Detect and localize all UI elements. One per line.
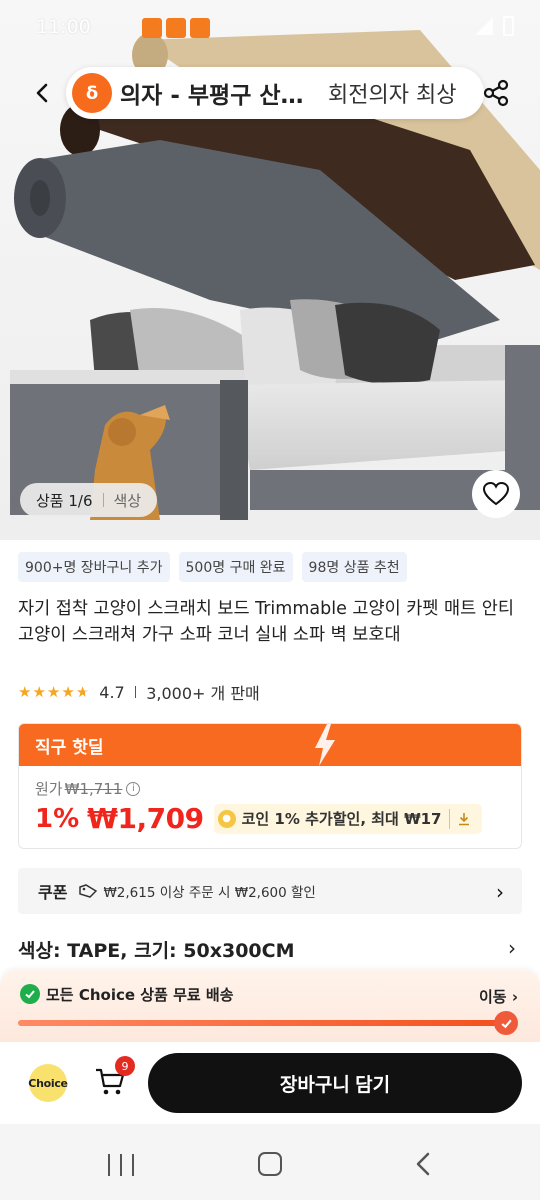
free-shipping-text: 모든 Choice 상품 무료 배송 bbox=[46, 986, 234, 1004]
system-nav-bar bbox=[0, 1124, 540, 1200]
star-icon: ★ bbox=[18, 682, 32, 701]
chevron-right-icon: › bbox=[496, 880, 504, 904]
original-price-label: 원가 bbox=[35, 780, 63, 798]
deal-card: 직구 핫딜 원가 ₩1,711 i 1% ₩1,709 ● 코인 1% 추가할인… bbox=[18, 723, 522, 849]
cart-count-badge: 9 bbox=[115, 1056, 135, 1076]
shipping-progress-bar bbox=[18, 1020, 502, 1026]
coin-discount-pill[interactable]: ● 코인 1% 추가할인, 최대 ₩17 bbox=[213, 803, 483, 834]
search-bar[interactable]: δ 의자 - 부평구 산곡동 회전의자 최상 bbox=[66, 67, 484, 119]
social-proof-tags: 900+명 장바구니 추가 500명 구매 완료 98명 상품 추천 bbox=[18, 552, 407, 582]
top-bar: δ 의자 - 부평구 산곡동 회전의자 최상 bbox=[18, 65, 522, 121]
search-suggestion[interactable]: 회전의자 최상 bbox=[328, 77, 456, 109]
star-rating: ★ ★ ★ ★ ★ bbox=[18, 682, 90, 701]
variant-selector[interactable]: 색상: TAPE, 크기: 50x300CM › bbox=[18, 934, 522, 964]
choice-logo[interactable]: Choice bbox=[28, 1064, 68, 1102]
price-row: 1% ₩1,709 ● 코인 1% 추가할인, 최대 ₩17 bbox=[35, 802, 483, 835]
app-notification-icon bbox=[166, 18, 186, 38]
status-time: 11:00 bbox=[36, 16, 91, 38]
star-half-icon: ★ bbox=[75, 682, 90, 701]
divider bbox=[102, 493, 104, 507]
image-counter-label: 상품 1/6 bbox=[36, 491, 93, 510]
star-icon: ★ bbox=[32, 682, 46, 701]
chevron-right-icon: › bbox=[508, 936, 516, 960]
chevron-left-icon bbox=[36, 83, 48, 103]
sold-count: 3,000+ 개 판매 bbox=[146, 684, 260, 703]
home-button[interactable] bbox=[258, 1152, 282, 1176]
rating-value: 4.7 bbox=[99, 682, 125, 702]
tag-cart-adds: 900+명 장바구니 추가 bbox=[18, 552, 170, 582]
status-notification-icons bbox=[142, 18, 210, 38]
status-bar: 11:00 bbox=[0, 0, 540, 56]
progress-check-icon bbox=[494, 1011, 518, 1035]
share-icon bbox=[483, 79, 509, 107]
check-circle-icon bbox=[20, 984, 40, 1004]
tag-recommendations: 98명 상품 추천 bbox=[301, 552, 407, 582]
wishlist-button[interactable] bbox=[472, 470, 520, 518]
heart-icon bbox=[482, 481, 510, 506]
lightning-icon bbox=[315, 724, 335, 766]
original-price-row: 원가 ₩1,711 i bbox=[35, 778, 141, 799]
search-query: 의자 - 부평구 산곡동 bbox=[120, 83, 310, 109]
tag-purchases: 500명 구매 완료 bbox=[178, 552, 293, 582]
battery-icon bbox=[503, 16, 514, 36]
info-icon[interactable]: i bbox=[126, 781, 141, 796]
shipping-link[interactable]: 이동 › bbox=[479, 986, 518, 1007]
original-price: ₩1,711 bbox=[64, 779, 123, 798]
add-to-cart-button[interactable]: 장바구니 담기 bbox=[148, 1053, 522, 1113]
coupon-row[interactable]: 쿠폰 ₩2,615 이상 주문 시 ₩2,600 할인 › bbox=[18, 868, 522, 914]
deal-banner: 직구 핫딜 bbox=[19, 724, 521, 766]
color-tab[interactable]: 색상 bbox=[114, 490, 142, 511]
image-counter: 상품 1/6 색상 bbox=[20, 483, 158, 517]
coin-discount-text: 코인 1% 추가할인, 최대 ₩17 bbox=[241, 810, 442, 828]
back-button[interactable] bbox=[18, 65, 66, 121]
divider bbox=[134, 686, 137, 698]
discount-percent: 1% bbox=[35, 803, 80, 834]
share-button[interactable] bbox=[470, 65, 522, 121]
app-logo-icon: δ bbox=[72, 73, 112, 113]
download-icon bbox=[450, 812, 478, 826]
bottom-action-bar: Choice 9 장바구니 담기 bbox=[0, 1042, 540, 1124]
star-icon: ★ bbox=[46, 682, 61, 701]
variant-text: 색상: TAPE, 크기: 50x300CM bbox=[18, 939, 295, 962]
coupon-label: 쿠폰 bbox=[38, 883, 68, 902]
shipping-progress-fill bbox=[18, 1020, 502, 1026]
app-notification-icon bbox=[142, 18, 162, 38]
deal-banner-label: 직구 핫딜 bbox=[35, 737, 104, 758]
coupon-text: ₩2,615 이상 주문 시 ₩2,600 할인 bbox=[103, 885, 316, 901]
tag-icon bbox=[79, 884, 98, 898]
shipping-link-label: 이동 bbox=[478, 988, 507, 1006]
free-shipping-banner[interactable]: 모든 Choice 상품 무료 배송 이동 › bbox=[0, 970, 540, 1042]
rating-row[interactable]: ★ ★ ★ ★ ★ 4.7 3,000+ 개 판매 bbox=[18, 681, 260, 704]
product-title: 자기 접착 고양이 스크래치 보드 Trimmable 고양이 카펫 매트 안티… bbox=[18, 599, 514, 645]
sale-price: ₩1,709 bbox=[87, 802, 204, 835]
star-icon: ★ bbox=[61, 682, 75, 701]
app-notification-icon bbox=[190, 18, 210, 38]
recent-apps-button[interactable] bbox=[108, 1154, 134, 1176]
status-system-icons bbox=[475, 16, 514, 36]
coin-icon: ● bbox=[217, 809, 236, 828]
system-back-button[interactable] bbox=[414, 1152, 434, 1176]
signal-icon bbox=[475, 17, 493, 35]
